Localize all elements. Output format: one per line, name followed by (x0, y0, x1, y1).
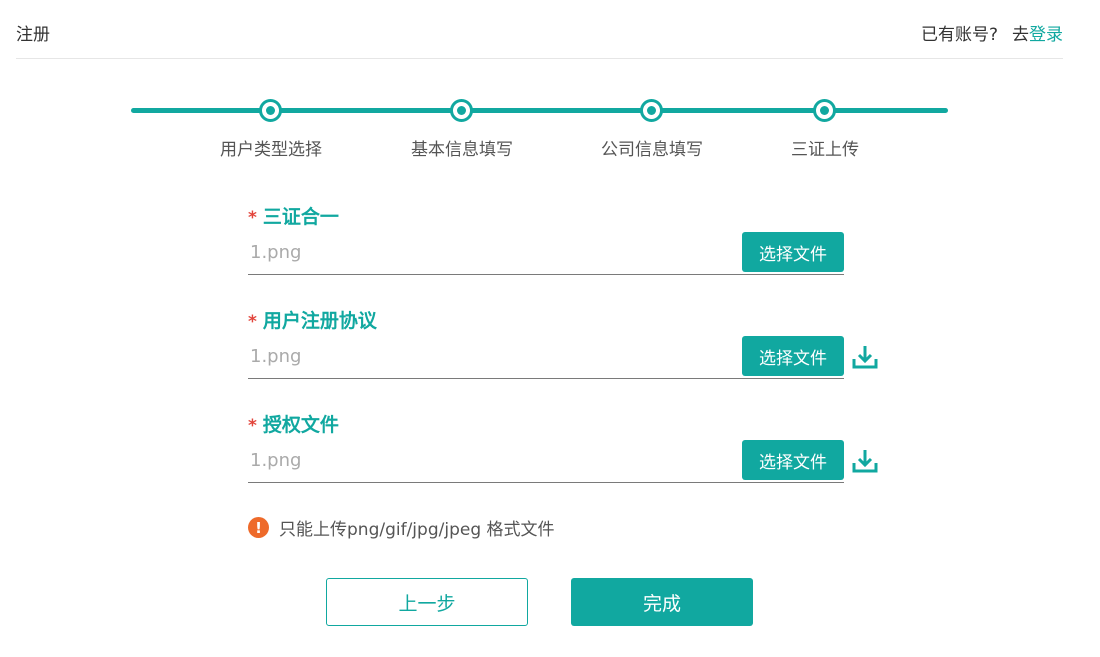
progress-stepper: 用户类型选择 基本信息填写 公司信息填写 三证上传 (0, 0, 1100, 170)
step-label-user-type: 用户类型选择 (220, 140, 322, 160)
format-hint-text: 只能上传png/gif/jpg/jpeg 格式文件 (279, 520, 555, 540)
required-mark: * (248, 208, 257, 228)
file-input[interactable]: 1.png 选择文件 (248, 336, 844, 379)
previous-step-button[interactable]: 上一步 (326, 578, 528, 626)
field-label-text: 用户注册协议 (262, 310, 377, 332)
finish-button[interactable]: 完成 (571, 578, 753, 626)
field-label: * 用户注册协议 (248, 306, 377, 333)
field-label: * 三证合一 (248, 202, 339, 229)
step-dot-3 (640, 99, 663, 122)
field-label-text: 三证合一 (262, 206, 339, 228)
file-input[interactable]: 1.png 选择文件 (248, 440, 844, 483)
format-hint: ! 只能上传png/gif/jpg/jpeg 格式文件 (248, 515, 555, 540)
required-mark: * (248, 416, 257, 436)
file-name: 1.png (250, 346, 302, 367)
choose-file-button[interactable]: 选择文件 (742, 440, 844, 480)
step-dot-4 (813, 99, 836, 122)
file-name: 1.png (250, 242, 302, 263)
download-icon[interactable] (852, 448, 878, 474)
step-label-company-info: 公司信息填写 (601, 140, 703, 160)
choose-file-button[interactable]: 选择文件 (742, 232, 844, 272)
field-label: * 授权文件 (248, 410, 339, 437)
field-label-text: 授权文件 (262, 414, 339, 436)
step-dot-2 (450, 99, 473, 122)
step-label-upload: 三证上传 (791, 140, 859, 160)
file-name: 1.png (250, 450, 302, 471)
step-label-basic-info: 基本信息填写 (411, 140, 513, 160)
choose-file-button[interactable]: 选择文件 (742, 336, 844, 376)
step-dot-1 (259, 99, 282, 122)
register-page: 注册 已有账号? 去登录 用户类型选择 基本信息填写 公司信息填写 三证上传 * 三… (0, 0, 1100, 657)
required-mark: * (248, 312, 257, 332)
file-input[interactable]: 1.png 选择文件 (248, 232, 844, 275)
download-icon[interactable] (852, 344, 878, 370)
warning-icon: ! (248, 517, 269, 538)
